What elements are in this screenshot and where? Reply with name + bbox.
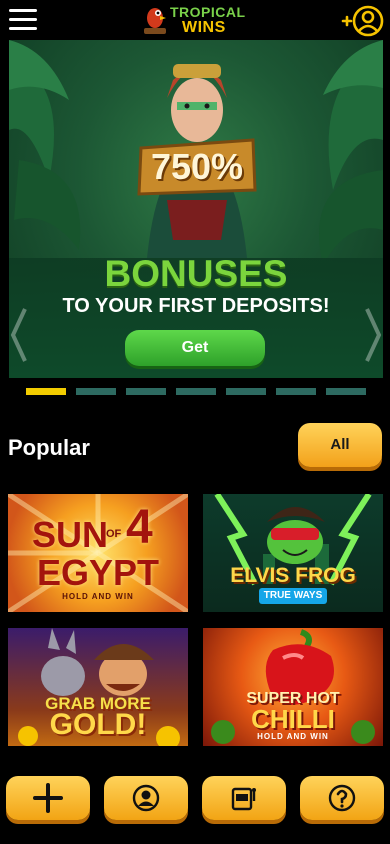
game-title-part-b: EGYPT xyxy=(36,552,160,593)
game-tile-grab-more-gold[interactable]: GRAB MORE GOLD! xyxy=(8,628,188,746)
banner-title: BONUSES xyxy=(104,253,288,294)
top-header: TROPICAL WINS xyxy=(0,0,390,40)
site-logo[interactable]: TROPICAL WINS xyxy=(140,2,252,38)
pager-dot-1[interactable] xyxy=(26,388,66,395)
game-title-part-b: CHILLI xyxy=(251,704,335,734)
account-button[interactable] xyxy=(104,776,188,820)
game-tag-badge: TRUE WAYS xyxy=(259,588,327,604)
account-icon xyxy=(132,784,160,812)
bonus-badge: 750% xyxy=(135,136,259,198)
pager-dot-6[interactable] xyxy=(276,388,316,395)
pager-dot-4[interactable] xyxy=(176,388,216,395)
add-user-button[interactable] xyxy=(340,4,384,38)
game-title-part-b: GOLD! xyxy=(49,708,147,741)
game-title-number: 4 xyxy=(126,501,153,554)
game-tile-sun-of-egypt-4[interactable]: SUN 4 OF EGYPT HOLD AND WIN xyxy=(8,494,188,612)
game-title: ELVIS FROG xyxy=(230,564,356,587)
get-bonus-button[interactable]: Get xyxy=(125,330,265,366)
parrot-logo-icon xyxy=(144,8,166,34)
pager-dot-2[interactable] xyxy=(76,388,116,395)
next-slide-icon[interactable] xyxy=(363,305,383,365)
pager-dot-5[interactable] xyxy=(226,388,266,395)
prev-slide-icon[interactable] xyxy=(9,305,29,365)
logo-text-top: TROPICAL xyxy=(170,4,246,20)
help-icon xyxy=(328,784,356,812)
game-tag: HOLD AND WIN xyxy=(257,732,329,741)
view-all-button[interactable]: All xyxy=(298,423,382,467)
logo-text-bottom: WINS xyxy=(182,19,226,36)
jungle-leaves-left xyxy=(9,40,81,250)
game-tile-super-hot-chilli[interactable]: SUPER HOT CHILLI HOLD AND WIN xyxy=(203,628,383,746)
game-tile-elvis-frog[interactable]: ELVIS FROG TRUE WAYS xyxy=(203,494,383,612)
hamburger-icon xyxy=(9,9,37,12)
slot-machine-icon xyxy=(231,787,256,811)
banner-subtitle: TO YOUR FIRST DEPOSITS! xyxy=(62,295,330,317)
bottom-navigation xyxy=(0,764,390,844)
game-title-of: OF xyxy=(106,528,122,540)
game-tag: HOLD AND WIN xyxy=(62,592,134,601)
section-title-popular: Popular xyxy=(8,435,90,460)
pager-dot-3[interactable] xyxy=(126,388,166,395)
add-button[interactable] xyxy=(6,776,90,820)
bonus-percent: 750% xyxy=(150,146,244,187)
banner-pager xyxy=(26,388,366,396)
pager-dot-7[interactable] xyxy=(326,388,366,395)
jungle-leaves-right xyxy=(319,40,383,265)
games-button[interactable] xyxy=(202,776,286,820)
plus-icon xyxy=(33,783,63,813)
add-user-icon xyxy=(341,5,384,37)
help-button[interactable] xyxy=(300,776,384,820)
promo-banner[interactable]: 750% BONUSES TO YOUR FIRST DEPOSITS! Get xyxy=(9,40,383,378)
menu-button[interactable] xyxy=(9,8,39,32)
